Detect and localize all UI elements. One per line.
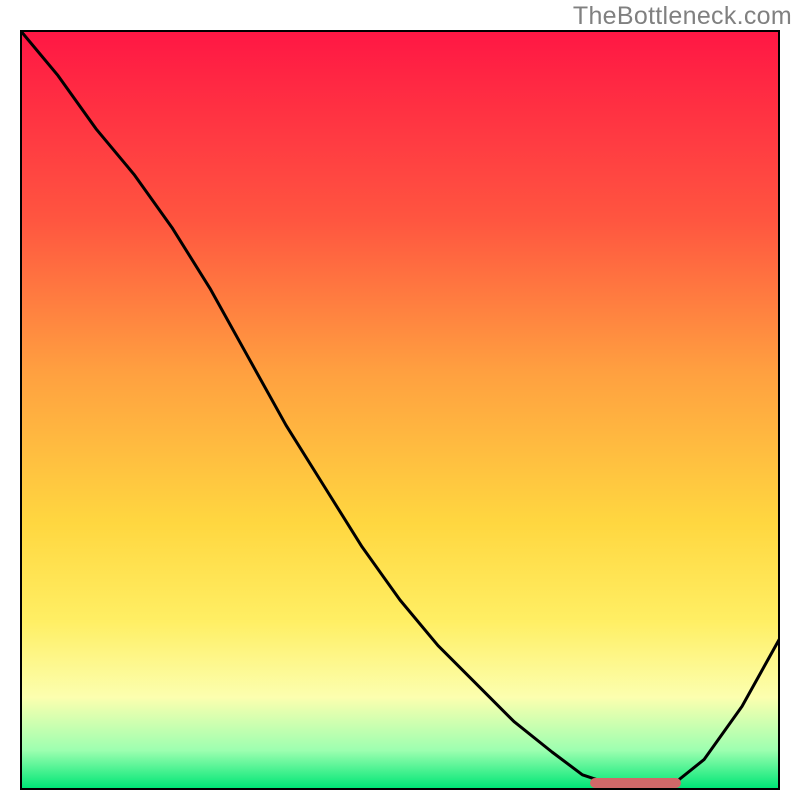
chart-stage: TheBottleneck.com — [0, 0, 800, 800]
watermark-text: TheBottleneck.com — [573, 2, 792, 31]
curve-svg — [20, 30, 780, 790]
optimal-zone-marker — [590, 778, 681, 788]
bottleneck-curve — [20, 30, 780, 790]
